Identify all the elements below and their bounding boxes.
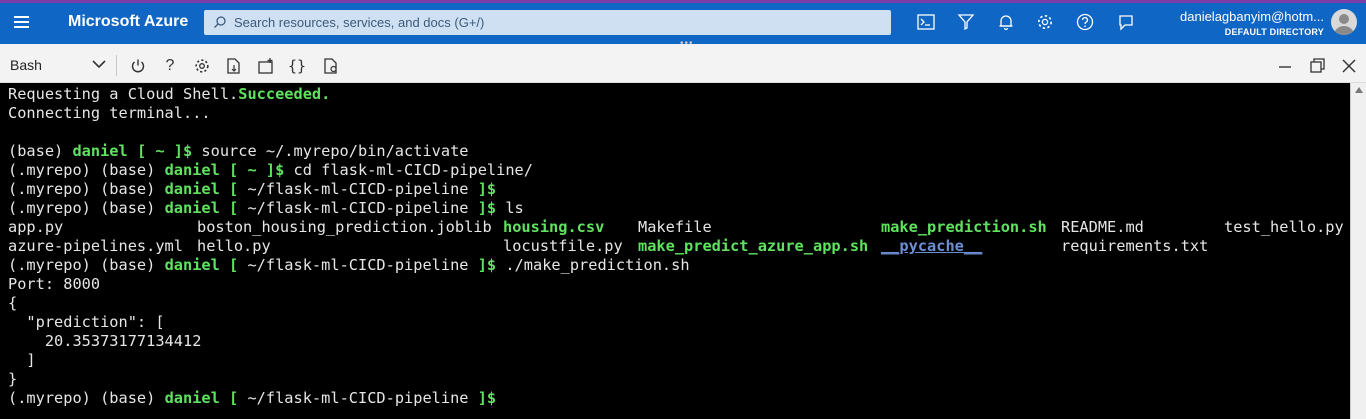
cloud-shell-icon[interactable] bbox=[916, 12, 936, 32]
ls-file: boston_housing_prediction.joblib bbox=[197, 218, 492, 236]
terminal-output[interactable]: Requesting a Cloud Shell.Succeeded. Conn… bbox=[0, 83, 1350, 419]
ls-file: test_hello.py bbox=[1224, 218, 1344, 236]
terminal-line: (.myrepo) (base) daniel [ ~/flask-ml-CIC… bbox=[8, 199, 524, 217]
help-icon[interactable] bbox=[1075, 12, 1095, 32]
scroll-up-icon[interactable] bbox=[1355, 87, 1363, 93]
ls-file: make_predict_azure_app.sh bbox=[638, 237, 869, 255]
web-preview-icon[interactable] bbox=[322, 57, 340, 75]
search-placeholder: Search resources, services, and docs (G+… bbox=[234, 15, 485, 30]
ls-file: make_prediction.sh bbox=[881, 218, 1047, 236]
ls-file: app.py bbox=[8, 218, 64, 236]
terminal-line: } bbox=[8, 370, 18, 388]
terminal-prompt: (.myrepo) (base) daniel [ ~/flask-ml-CIC… bbox=[8, 389, 497, 407]
user-directory: DEFAULT DIRECTORY bbox=[1224, 27, 1324, 37]
directory-filter-icon[interactable] bbox=[956, 12, 976, 32]
terminal-scrollbar[interactable] bbox=[1350, 83, 1366, 419]
user-email: danielagbanyim@hotm... bbox=[1180, 9, 1324, 24]
settings-icon[interactable] bbox=[193, 57, 211, 75]
ls-file: locustfile.py bbox=[503, 237, 623, 255]
terminal-line: Port: 8000 bbox=[8, 275, 101, 293]
maximize-icon[interactable] bbox=[1308, 57, 1326, 75]
ls-file: README.md bbox=[1061, 218, 1144, 236]
new-session-icon[interactable] bbox=[257, 57, 275, 75]
power-icon[interactable] bbox=[129, 57, 147, 75]
terminal-line: (.myrepo) (base) daniel [ ~/flask-ml-CIC… bbox=[8, 180, 497, 198]
terminal-line: Requesting a Cloud Shell.Succeeded. bbox=[8, 85, 331, 103]
accent-strip bbox=[0, 0, 1366, 3]
terminal-line: (base) daniel [ ~ ]$ source ~/.myrepo/bi… bbox=[8, 142, 469, 160]
upload-download-icon[interactable] bbox=[225, 57, 243, 75]
ls-file: azure-pipelines.yml bbox=[8, 237, 183, 255]
avatar[interactable] bbox=[1331, 9, 1357, 35]
terminal-line: (.myrepo) (base) daniel [ ~/flask-ml-CIC… bbox=[8, 256, 690, 274]
resize-grip-icon[interactable]: ••• bbox=[680, 38, 694, 49]
ls-file: hello.py bbox=[197, 237, 271, 255]
terminal-line: ] bbox=[8, 351, 36, 369]
chevron-down-icon[interactable] bbox=[92, 59, 106, 69]
ls-file: requirements.txt bbox=[1061, 237, 1209, 255]
minimize-icon[interactable] bbox=[1276, 57, 1294, 75]
shell-selector[interactable]: Bash bbox=[10, 57, 42, 73]
terminal-line: 20.35373177134412 bbox=[8, 332, 202, 350]
terminal-line: { bbox=[8, 294, 18, 312]
ls-directory: __pycache__ bbox=[881, 237, 983, 255]
terminal-line: Connecting terminal... bbox=[8, 104, 211, 122]
account-info[interactable]: danielagbanyim@hotm... DEFAULT DIRECTORY bbox=[1180, 9, 1324, 37]
ls-file: housing.csv bbox=[503, 218, 605, 236]
person-icon bbox=[1334, 14, 1354, 35]
editor-icon[interactable]: {} bbox=[288, 57, 306, 75]
ls-file: Makefile bbox=[638, 218, 712, 236]
feedback-icon[interactable] bbox=[1116, 12, 1136, 32]
search-icon bbox=[214, 16, 226, 28]
settings-icon[interactable] bbox=[1035, 12, 1055, 32]
cloud-shell-toolbar: Bash ? {} bbox=[0, 49, 1366, 83]
brand-title[interactable]: Microsoft Azure bbox=[68, 13, 188, 31]
close-icon[interactable] bbox=[1340, 57, 1358, 75]
terminal-line: "prediction": [ bbox=[8, 313, 165, 331]
notifications-icon[interactable] bbox=[996, 12, 1016, 32]
toolbar-divider bbox=[116, 55, 117, 76]
menu-icon[interactable] bbox=[12, 12, 32, 32]
help-icon[interactable]: ? bbox=[161, 57, 179, 75]
search-input[interactable]: Search resources, services, and docs (G+… bbox=[204, 10, 891, 35]
terminal-line: (.myrepo) (base) daniel [ ~ ]$ cd flask-… bbox=[8, 161, 533, 179]
